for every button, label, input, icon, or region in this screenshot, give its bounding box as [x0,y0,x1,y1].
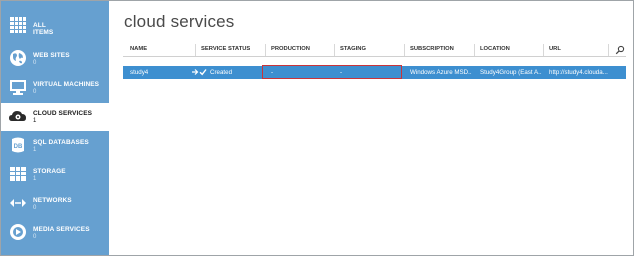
column-divider [334,44,335,56]
column-header-production[interactable]: PRODUCTION [271,46,310,52]
globe-icon [10,50,26,66]
network-icon [10,199,26,207]
sidebar-item-sql-databases[interactable]: DB SQL DATABASES 1 [1,132,109,160]
sidebar-item-networks[interactable]: NETWORKS 0 [1,190,109,218]
sidebar-item-label-line2: ITEMS [33,29,54,36]
svg-text:DB: DB [14,144,23,150]
grid-icon [10,17,26,33]
sidebar-item-count: 1 [33,147,37,153]
column-header-subscription[interactable]: SUBSCRIPTION [410,46,454,52]
check-icon [199,69,207,76]
cell-subscription: Windows Azure MSD... [410,69,472,76]
sidebar-item-all-items[interactable]: ALL ITEMS [1,12,109,40]
sidebar-item-count: 0 [33,60,37,66]
column-divider [543,44,544,56]
sidebar-item-count: 1 [33,176,37,182]
page-title: cloud services [124,12,235,31]
sidebar-item-count: 0 [33,205,37,211]
cloud-gear-icon [9,111,26,121]
sidebar-item-label: CLOUD SERVICES [33,110,93,117]
column-header-service-status[interactable]: SERVICE STATUS [201,46,250,52]
sidebar-item-web-sites[interactable]: WEB SITES 0 [1,45,109,73]
arrow-right-icon[interactable] [191,68,199,76]
column-divider [404,44,405,56]
column-header-name[interactable]: NAME [130,46,147,52]
sidebar-item-label: MEDIA SERVICES [33,226,90,233]
cell-location: Study4Group (East A... [480,69,542,76]
search-icon[interactable] [615,45,625,55]
cell-name[interactable]: study4 [130,69,188,76]
sidebar-item-label: NETWORKS [33,197,72,204]
cell-service-status: Created [210,69,233,76]
sidebar-item-label: WEB SITES [33,52,70,59]
column-divider [265,44,266,56]
sidebar-item-media-services[interactable]: MEDIA SERVICES 0 [1,219,109,247]
sidebar-item-count: 0 [33,89,37,95]
sidebar-item-count: 0 [33,234,37,240]
table-icon [10,167,26,181]
sidebar-item-virtual-machines[interactable]: VIRTUAL MACHINES 0 [1,74,109,102]
monitor-icon [10,80,26,95]
highlight-annotation-box [262,65,402,79]
sidebar: ALL ITEMS WEB SITES 0 VIRTUAL MACHINES 0… [1,1,109,255]
sidebar-item-count: 1 [33,118,37,124]
column-divider [195,44,196,56]
column-divider [608,44,609,56]
sidebar-item-label: SQL DATABASES [33,139,89,146]
column-header-location[interactable]: LOCATION [480,46,510,52]
cell-url[interactable]: http://study4.clouda... [549,69,625,76]
column-header-staging[interactable]: STAGING [340,46,366,52]
sidebar-item-label: STORAGE [33,168,66,175]
table-row[interactable]: study4 Created - - Windows Azure MSD... … [123,65,626,79]
column-header-url[interactable]: URL [549,46,561,52]
sidebar-item-cloud-services[interactable]: CLOUD SERVICES 1 [1,103,109,131]
column-divider [474,44,475,56]
sidebar-item-label: VIRTUAL MACHINES [33,81,100,88]
sidebar-item-storage[interactable]: STORAGE 1 [1,161,109,189]
table-header: NAME SERVICE STATUS PRODUCTION STAGING S… [123,44,626,57]
database-icon: DB [12,137,24,153]
main-content: cloud services NAME SERVICE STATUS PRODU… [109,1,633,253]
sidebar-item-label: ALL [33,22,46,29]
media-icon [10,224,26,240]
